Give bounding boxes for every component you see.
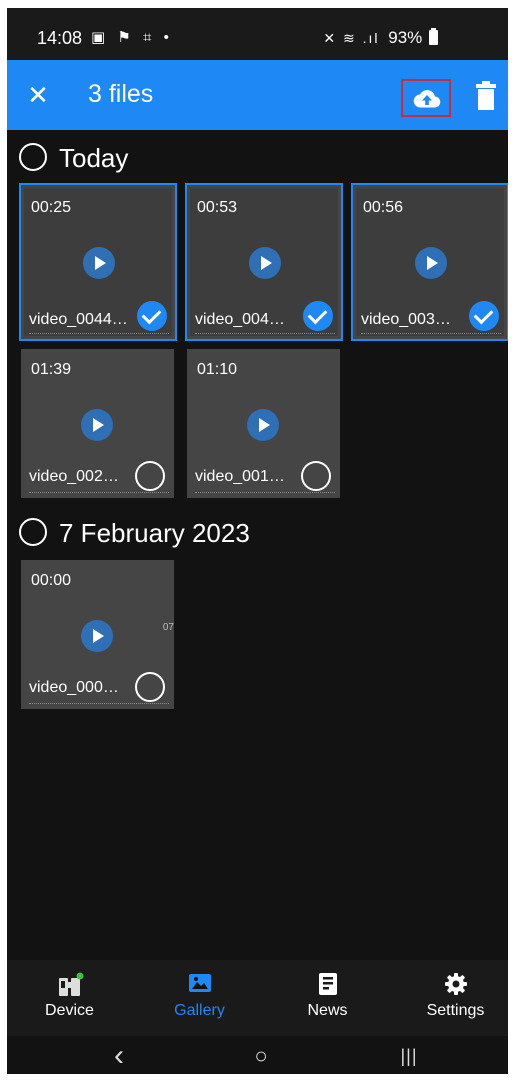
nav-label: Gallery — [174, 1002, 225, 1019]
battery-level: 93% — [388, 28, 423, 47]
bottom-navigation: Device Gallery News Settings — [7, 960, 508, 1036]
nav-label: News — [307, 1002, 348, 1019]
nav-news[interactable]: News — [265, 960, 390, 1036]
status-right: ✕ ≋ .ıl 93% — [323, 28, 438, 48]
video-filename: video_003… — [361, 311, 451, 328]
video-filename: video_001… — [195, 468, 285, 485]
video-duration: 00:25 — [31, 199, 72, 216]
image-icon — [188, 974, 211, 992]
nav-device[interactable]: Device — [7, 960, 132, 1036]
video-thumbnail[interactable]: 01:10 video_001… — [187, 349, 340, 498]
binoculars-icon — [58, 972, 83, 996]
video-filename: video_000… — [29, 679, 119, 696]
unselected-circle-icon[interactable] — [301, 461, 331, 491]
status-bar: 14:08 ▣ ⚑ ⌗ • ✕ ≋ .ıl 93% — [7, 8, 508, 60]
signal-icon: ✕ ≋ .ıl — [323, 30, 380, 46]
selection-app-bar: ✕ 3 files — [7, 60, 508, 130]
nav-gallery[interactable]: Gallery — [137, 960, 262, 1036]
notification-icons: ▣ ⚑ ⌗ • — [91, 29, 173, 46]
video-thumbnail[interactable]: 00:25 video_0044… — [19, 183, 177, 341]
video-filename: video_004… — [195, 311, 285, 328]
section-title: 7 February 2023 — [59, 518, 250, 548]
trash-icon — [476, 81, 496, 110]
video-filename: video_0044… — [29, 311, 128, 328]
system-recents-button[interactable]: ||| — [389, 1042, 429, 1070]
news-icon — [318, 973, 337, 995]
unselected-circle-icon[interactable] — [135, 672, 165, 702]
video-duration: 00:00 — [31, 572, 72, 589]
selected-check-icon[interactable] — [469, 301, 499, 331]
nav-label: Device — [45, 1002, 94, 1019]
delete-button[interactable] — [474, 81, 498, 111]
system-back-button[interactable]: ‹ — [99, 1041, 139, 1071]
selected-check-icon[interactable] — [303, 301, 333, 331]
gear-icon — [444, 973, 467, 995]
video-duration: 01:10 — [197, 361, 238, 378]
video-filename: video_002… — [29, 468, 119, 485]
video-duration: 00:53 — [197, 199, 238, 216]
upload-button[interactable] — [401, 79, 451, 117]
play-icon — [81, 409, 113, 441]
select-section-february-radio[interactable] — [19, 518, 47, 546]
play-icon — [415, 247, 447, 279]
play-icon — [249, 247, 281, 279]
selected-check-icon[interactable] — [137, 301, 167, 331]
video-duration: 01:39 — [31, 361, 72, 378]
cloud-upload-icon — [413, 90, 441, 108]
selection-count-title: 3 files — [88, 80, 154, 108]
video-thumbnail[interactable]: 01:39 video_002… — [21, 349, 174, 498]
nav-label: Settings — [426, 1002, 485, 1019]
system-home-button[interactable]: ○ — [241, 1042, 281, 1070]
select-section-today-radio[interactable] — [19, 143, 47, 171]
thumbnail-edge-text: 07 — [162, 622, 174, 633]
video-thumbnail[interactable]: 00:00 07 video_000… — [21, 560, 174, 709]
status-time: 14:08 — [37, 28, 83, 48]
play-icon — [81, 620, 113, 652]
video-thumbnail[interactable]: 00:53 video_004… — [185, 183, 343, 341]
battery-icon — [429, 28, 438, 45]
nav-settings[interactable]: Settings — [393, 960, 508, 1036]
close-selection-button[interactable]: ✕ — [23, 80, 53, 110]
video-thumbnail[interactable]: 00:56 video_003… — [351, 183, 508, 341]
phone-screen: 14:08 ▣ ⚑ ⌗ • ✕ ≋ .ıl 93% ✕ 3 files Toda… — [7, 8, 508, 1074]
play-icon — [83, 247, 115, 279]
section-title: Today — [59, 143, 129, 173]
play-icon — [247, 409, 279, 441]
video-duration: 00:56 — [363, 199, 404, 216]
unselected-circle-icon[interactable] — [135, 461, 165, 491]
system-navigation-bar: ‹ ○ ||| — [7, 1036, 508, 1074]
